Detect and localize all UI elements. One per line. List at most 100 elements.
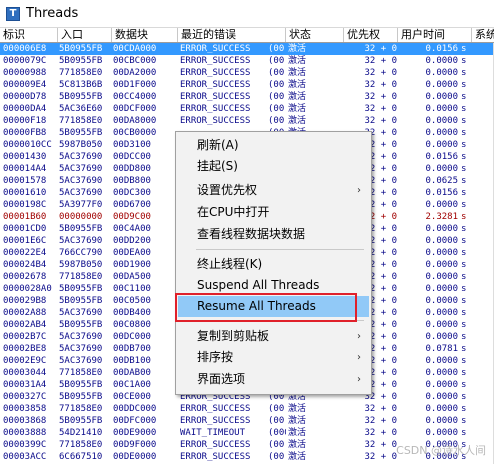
thread-cell-code: (00( <box>268 416 286 426</box>
thread-cell-prio: 32 + 0 <box>364 56 397 66</box>
thread-cell-block: 00DB400 <box>113 308 151 318</box>
thread-cell-entry: 5987B050 <box>59 260 103 270</box>
thread-cell-u: s <box>461 68 467 78</box>
thread-cell-block: 00DB700 <box>113 344 151 354</box>
thread-cell-block: 00DB800 <box>113 176 151 186</box>
thread-cell-u: s <box>461 332 467 342</box>
column-header-status[interactable]: 状态 <box>286 28 344 42</box>
thread-cell-status: 激活 <box>288 104 307 114</box>
thread-cell-prio: 32 + 0 <box>364 428 397 438</box>
thread-cell-entry: 5B0955FB <box>59 380 103 390</box>
thread-cell-status: 激活 <box>288 116 307 126</box>
thread-cell-err: ERROR_SUCCESS <box>180 92 251 102</box>
menu-separator <box>196 249 364 250</box>
menu-item-1[interactable]: 挂起(S) <box>178 156 369 177</box>
thread-cell-id: 00000D78 <box>3 92 47 102</box>
thread-cell-time: 0.0000 <box>425 332 458 342</box>
thread-cell-code: (000 <box>268 428 286 438</box>
column-header-user-time[interactable]: 用户时间 <box>398 28 472 42</box>
thread-cell-entry: 5B0955FB <box>59 284 103 294</box>
thread-cell-u: s <box>461 308 467 318</box>
thread-cell-time: 0.0000 <box>425 128 458 138</box>
thread-row[interactable]: 00003868 5B0955FB 00DFC000 ERROR_SUCCESS (00… <box>0 415 494 427</box>
thread-cell-block: 00D6700 <box>113 200 151 210</box>
thread-cell-id: 00001430 <box>3 152 47 162</box>
thread-cell-entry: 5AC36E60 <box>59 104 103 114</box>
thread-cell-u: s <box>461 404 467 414</box>
thread-cell-time: 0.0000 <box>425 104 458 114</box>
menu-item-5[interactable]: 终止线程(K) <box>178 254 369 275</box>
thread-cell-entry: 5B0955FB <box>59 296 103 306</box>
thread-cell-err: ERROR_SUCCESS <box>180 404 251 414</box>
column-header-system-time[interactable]: 系统 <box>472 28 494 42</box>
thread-cell-id: 0000327C <box>3 392 47 402</box>
thread-cell-status: 激活 <box>288 428 307 438</box>
thread-row[interactable]: 00000DA4 5AC36E60 00DCF000 ERROR_SUCCESS (00… <box>0 103 494 115</box>
thread-cell-u: s <box>461 80 467 90</box>
menu-item-label: 复制到剪贴板 <box>197 329 270 343</box>
thread-cell-id: 00001578 <box>3 176 47 186</box>
menu-item-9[interactable]: 排序按 › <box>178 347 369 368</box>
thread-cell-err: ERROR_SUCCESS <box>180 116 251 126</box>
thread-cell-time: 0.0000 <box>425 56 458 66</box>
menu-item-2[interactable]: 设置优先权 › <box>178 180 369 201</box>
thread-cell-u: s <box>461 236 467 246</box>
thread-cell-u: s <box>461 272 467 282</box>
thread-cell-block: 00DFC000 <box>113 416 157 426</box>
thread-row[interactable]: 00003858 771858E0 00DDC000 ERROR_SUCCESS (00… <box>0 403 494 415</box>
thread-cell-err: ERROR_SUCCESS <box>180 416 251 426</box>
thread-row[interactable]: 00000D78 5B0955FB 00CC4000 ERROR_SUCCESS (00… <box>0 91 494 103</box>
thread-row[interactable]: 000009E4 5C813B6B 00D1F000 ERROR_SUCCESS (00… <box>0 79 494 91</box>
thread-cell-block: 00DE0000 <box>113 452 157 462</box>
thread-cell-block: 00DE9000 <box>113 428 157 438</box>
thread-row[interactable]: 00003888 54D21410 00DE9000 WAIT_TIMEOUT (000… <box>0 427 494 439</box>
menu-item-4[interactable]: 查看线程数据块数据 <box>178 224 369 245</box>
thread-cell-prio: 32 + 0 <box>364 416 397 426</box>
thread-cell-time: 0.0000 <box>425 428 458 438</box>
thread-cell-block: 00CBC000 <box>113 56 157 66</box>
column-header-priority[interactable]: 优先权 <box>344 28 398 42</box>
thread-cell-u: s <box>461 200 467 210</box>
thread-cell-id: 000031A4 <box>3 380 47 390</box>
thread-cell-time: 0.0000 <box>425 140 458 150</box>
threads-window-icon: T <box>6 7 20 21</box>
thread-cell-entry: 5AC37690 <box>59 176 103 186</box>
thread-cell-id: 000024B4 <box>3 260 47 270</box>
column-header-last-error[interactable]: 最近的错误 <box>178 28 286 42</box>
column-header-block[interactable]: 数据块 <box>112 28 178 42</box>
thread-cell-block: 00DD800 <box>113 164 151 174</box>
thread-cell-entry: 766CC790 <box>59 248 103 258</box>
thread-cell-time: 0.0156 <box>425 152 458 162</box>
menu-item-label: 界面选项 <box>197 372 246 386</box>
thread-cell-id: 00002B7C <box>3 332 47 342</box>
thread-cell-id: 000029B8 <box>3 296 47 306</box>
menu-item-3[interactable]: 在CPU中打开 <box>178 202 369 223</box>
thread-cell-code: (00( <box>268 116 286 126</box>
column-header-bar: 标识 入口 数据块 最近的错误 状态 优先权 用户时间 系统 <box>0 28 494 43</box>
thread-cell-err: ERROR_SUCCESS <box>180 68 251 78</box>
thread-cell-id: 000014A4 <box>3 164 47 174</box>
thread-cell-entry: 5C813B6B <box>59 80 103 90</box>
column-header-entry[interactable]: 入口 <box>58 28 112 42</box>
thread-cell-status: 激活 <box>288 44 307 54</box>
column-header-id[interactable]: 标识 <box>0 28 58 42</box>
thread-cell-entry: 5AC37690 <box>59 308 103 318</box>
menu-item-0[interactable]: 刷新(A) <box>178 135 369 156</box>
thread-row[interactable]: 00000F18 771858E0 00DA8000 ERROR_SUCCESS (00… <box>0 115 494 127</box>
thread-cell-block: 00D1F000 <box>113 80 157 90</box>
thread-cell-id: 0000028A0 <box>3 284 52 294</box>
thread-cell-id: 00003888 <box>3 428 47 438</box>
thread-row[interactable]: 00000988 771858E0 00DA2000 ERROR_SUCCESS (00… <box>0 67 494 79</box>
thread-cell-prio: 32 + 0 <box>364 440 397 450</box>
thread-cell-u: s <box>461 212 467 222</box>
menu-item-label: 在CPU中打开 <box>197 205 270 219</box>
thread-cell-time: 0.0000 <box>425 224 458 234</box>
menu-item-10[interactable]: 界面选项 › <box>178 369 369 390</box>
thread-cell-id: 000006E8 <box>3 44 47 54</box>
menu-item-label: 查看线程数据块数据 <box>197 227 306 241</box>
thread-row[interactable]: 0000079C 5B0955FB 00CBC000 ERROR_SUCCESS (00… <box>0 55 494 67</box>
thread-cell-block: 00DB100 <box>113 356 151 366</box>
thread-cell-code: (00( <box>268 404 286 414</box>
menu-item-8[interactable]: 复制到剪贴板 › <box>178 326 369 347</box>
thread-row[interactable]: 000006E8 5B0955FB 00CDA000 ERROR_SUCCESS (00… <box>0 43 494 55</box>
